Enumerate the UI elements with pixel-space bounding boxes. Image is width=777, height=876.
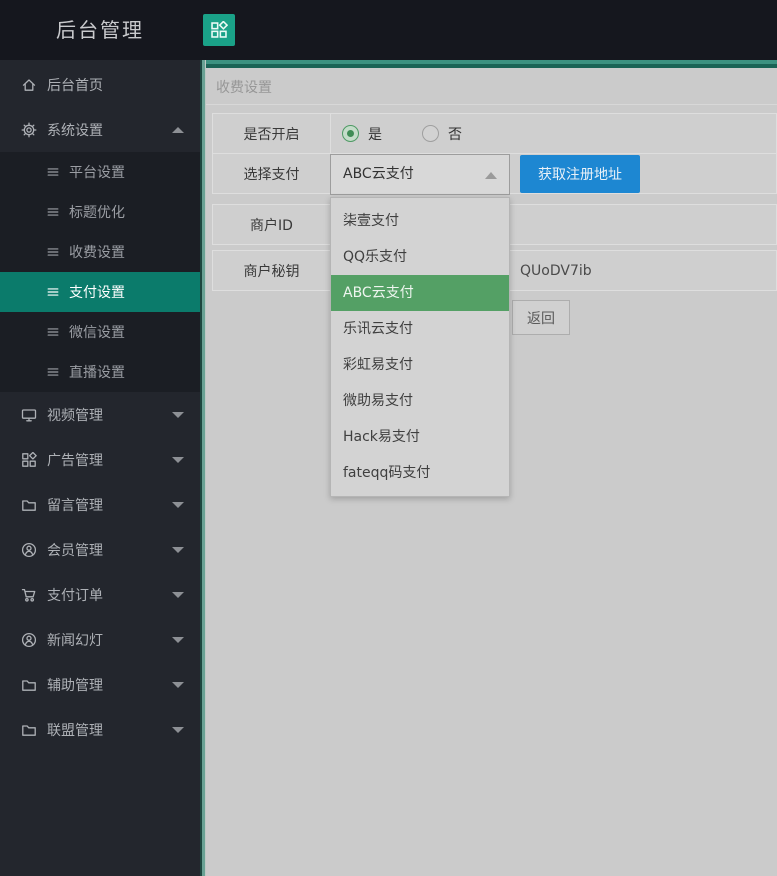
enable-radio-group: 是 否 [332,124,502,144]
menu-lines-icon [47,288,59,296]
enable-row: 是否开启 是 否 [212,113,777,154]
pay-select-label: 选择支付 [213,154,331,193]
user-circle-icon [21,632,37,648]
dropdown-option[interactable]: 乐讯云支付 [331,311,509,347]
chevron-down-icon [172,681,184,688]
sidebar-item-ads[interactable]: 广告管理 [0,437,200,482]
main-content: 收费设置 是否开启 是 否 选择支付 ABC云支付 获取注册地址 商户ID 商户… [200,60,777,876]
home-icon [21,77,37,93]
merchant-key-label: 商户秘钥 [213,251,331,290]
menu-lines-icon [47,168,59,176]
submenu-item-fee-settings[interactable]: 收费设置 [0,232,200,272]
chevron-down-icon [172,591,184,598]
app-grid-icon [21,451,37,468]
sidebar-item-home[interactable]: 后台首页 [0,62,200,107]
menu-lines-icon [47,208,59,216]
radio-no-label: 否 [448,126,462,143]
menu-lines-icon [47,328,59,336]
submenu-label: 微信设置 [69,325,125,341]
dropdown-option[interactable]: 柒壹支付 [331,203,509,239]
sidebar-item-label: 视频管理 [47,407,103,424]
pay-select[interactable]: ABC云支付 [330,154,510,195]
sidebar-item-label: 会员管理 [47,542,103,559]
sidebar-item-messages[interactable]: 留言管理 [0,482,200,527]
submenu-label: 标题优化 [69,205,125,221]
sidebar-item-auxiliary[interactable]: 辅助管理 [0,662,200,707]
dropdown-option-selected[interactable]: ABC云支付 [331,275,509,311]
sidebar-item-label: 后台首页 [47,77,103,94]
sidebar-item-label: 支付订单 [47,587,103,604]
dropdown-option[interactable]: Hack易支付 [331,419,509,455]
get-register-url-button[interactable]: 获取注册地址 [520,155,640,193]
folder-icon [21,677,37,693]
system-settings-submenu: 平台设置 标题优化 收费设置 支付设置 微信设置 直播设置 [0,152,200,392]
sidebar-item-pay-orders[interactable]: 支付订单 [0,572,200,617]
monitor-icon [21,407,37,423]
radio-yes[interactable] [342,125,359,142]
chevron-down-icon [172,546,184,553]
pay-select-dropdown: 柒壹支付 QQ乐支付 ABC云支付 乐讯云支付 彩虹易支付 微助易支付 Hack… [330,197,510,497]
breadcrumb: 收费设置 [216,80,272,96]
dropdown-option[interactable]: 微助易支付 [331,383,509,419]
pay-select-value: ABC云支付 [343,166,414,182]
submenu-label: 收费设置 [69,245,125,261]
merchant-id-label: 商户ID [213,205,331,244]
app-grid-button[interactable] [203,14,235,46]
dropdown-option[interactable]: fateqq码支付 [331,455,509,491]
cart-icon [21,587,37,603]
chevron-down-icon [172,636,184,643]
folder-icon [21,497,37,513]
chevron-down-icon [172,411,184,418]
submenu-label: 直播设置 [69,365,125,381]
submenu-label: 平台设置 [69,165,125,181]
sidebar-item-label: 联盟管理 [47,722,103,739]
back-button[interactable]: 返回 [512,300,570,335]
sidebar-item-alliance[interactable]: 联盟管理 [0,707,200,752]
chevron-down-icon [172,501,184,508]
folder-icon [21,722,37,738]
submenu-item-wechat[interactable]: 微信设置 [0,312,200,352]
radio-no[interactable] [422,125,439,142]
dropdown-option[interactable]: QQ乐支付 [331,239,509,275]
radio-yes-label: 是 [368,126,382,143]
content-top-accent [200,60,777,68]
chevron-up-icon [485,172,497,179]
chevron-down-icon [172,726,184,733]
sidebar-nav: 后台首页 系统设置 平台设置 标题优化 收费设置 支付设置 微信设置 直播设置 [0,60,200,876]
sidebar-item-label: 新闻幻灯 [47,632,103,649]
sidebar-item-members[interactable]: 会员管理 [0,527,200,572]
chevron-down-icon [172,456,184,463]
submenu-item-platform[interactable]: 平台设置 [0,152,200,192]
dropdown-option[interactable]: 彩虹易支付 [331,347,509,383]
brand-title: 后台管理 [56,18,144,42]
submenu-item-live[interactable]: 直播设置 [0,352,200,392]
submenu-item-title-seo[interactable]: 标题优化 [0,192,200,232]
breadcrumb-bar: 收费设置 [206,68,777,105]
user-circle-icon [21,542,37,558]
sidebar-item-news-slides[interactable]: 新闻幻灯 [0,617,200,662]
top-header: 后台管理 [0,0,777,60]
app-grid-icon [210,21,228,39]
menu-lines-icon [47,248,59,256]
sidebar-item-label: 广告管理 [47,452,103,469]
submenu-label: 支付设置 [69,285,125,301]
chevron-up-icon [172,126,184,133]
enable-label: 是否开启 [213,114,331,153]
sidebar-item-label: 系统设置 [47,122,103,139]
sidebar-item-system-settings[interactable]: 系统设置 [0,107,200,152]
content-left-accent [200,60,206,876]
sidebar-item-label: 辅助管理 [47,677,103,694]
gear-icon [21,122,37,138]
sidebar-item-video[interactable]: 视频管理 [0,392,200,437]
menu-lines-icon [47,368,59,376]
sidebar-item-label: 留言管理 [47,497,103,514]
submenu-item-payment-settings[interactable]: 支付设置 [0,272,200,312]
